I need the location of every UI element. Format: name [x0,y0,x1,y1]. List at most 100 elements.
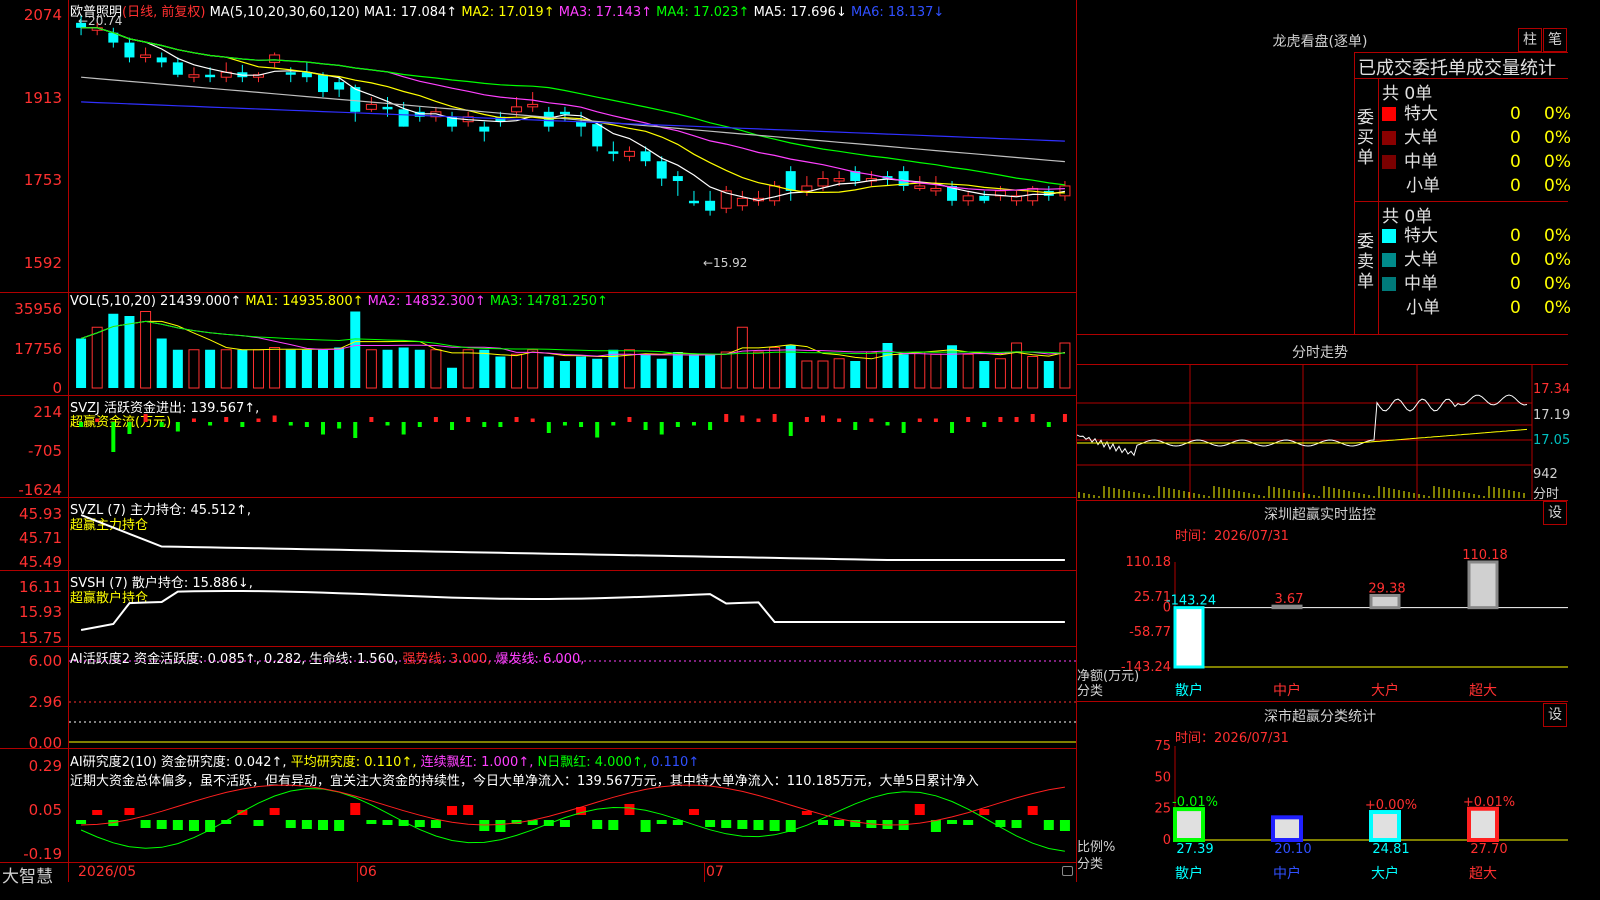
flow-bar [466,417,471,422]
cls-axis-label: 25 [1154,802,1171,817]
flow-bar [208,422,213,426]
sell-row: 大单 0 0% [1382,248,1572,272]
ratio-category: 超大 [1469,866,1497,882]
fenshi-axis-0: 17.34 [1533,382,1571,397]
candle-body [833,178,845,182]
candle-body [382,106,393,110]
flow-bar [79,422,84,427]
volume-bar [495,356,506,388]
volume-bar [672,352,683,388]
intraday-chart[interactable] [1077,365,1568,500]
volume-bar [1011,342,1023,389]
volume-bar [365,349,377,389]
volume-bar [527,349,539,389]
flow-bar [901,422,906,433]
research-bar [237,810,248,815]
volume-bar [720,351,732,389]
candle-body [156,57,167,63]
candle-body [736,197,748,207]
candle-body [479,126,490,132]
volume-bar [801,360,813,389]
flow-bar [756,418,761,422]
color-swatch [1382,107,1396,121]
ratio-delta: +0.00% [1365,798,1417,813]
buy-row-name: 特大 [1404,104,1438,124]
research-bar [930,820,941,832]
btn-bar-view[interactable]: 柱 [1518,28,1542,52]
volume-bar [334,347,345,388]
research-bar [140,820,151,828]
date-label-0: 2026/05 [78,864,137,880]
flow-bar [143,414,148,422]
ratio-delta: -0.01% [1172,795,1218,810]
flow-bar [482,422,487,427]
candle-body [124,42,135,58]
ratio-category: 中户 [1273,865,1301,882]
research-bar [447,806,458,815]
candle-body [640,151,651,162]
lock-icon[interactable] [1062,866,1073,876]
mon-axis-label: -58.77 [1129,625,1171,640]
btn-tick-view[interactable]: 笔 [1543,28,1567,52]
buy-row-pct: 0% [1544,176,1571,196]
candle-body [318,74,328,93]
volume-bar [592,358,603,388]
ratio-bar [1369,810,1401,842]
flow-bar [321,422,325,435]
vol-axis-2: 0 [52,379,62,397]
volume-bar [252,349,264,389]
volume-bar [608,349,619,388]
net-flow-bar [1369,593,1401,610]
price-axis-1: 1913 [23,89,62,107]
buy-row-count: 0 [1510,152,1521,172]
research-bar [559,820,570,827]
sell-row-count: 0 [1510,274,1521,294]
classify-settings-button[interactable]: 设 [1543,703,1567,727]
net-flow-chart: 110.1825.710-58.77-143.24净额(万元)分类-143.24… [1077,548,1568,699]
research-bar [737,820,748,829]
color-swatch [1382,277,1396,291]
flow-bar [837,418,842,422]
research-bar [963,820,974,825]
net-flow-label: -143.24 [1166,594,1216,609]
net-flow-bar [1467,560,1499,610]
flow-bar [627,417,632,422]
ratio-value: 20.10 [1274,842,1311,857]
volume-bar [447,367,458,388]
lhb-title: 龙虎看盘(逐单) [1272,34,1368,50]
volume-bar [559,361,570,388]
svzl-axis-0: 45.93 [19,505,62,523]
candle-body [527,103,539,108]
volume-bar [688,354,699,388]
sep [1076,334,1568,335]
fenshi-vol-label: 942 [1533,467,1558,482]
volume-bar [462,349,474,389]
flow-bar [804,417,809,422]
volume-bar [914,351,926,389]
flow-bar [127,422,132,434]
volume-bar [898,354,909,388]
volume-bar [656,358,667,388]
net-flow-label: 29.38 [1368,581,1405,596]
sell-row-pct: 0% [1544,226,1571,246]
research-bar [785,820,796,832]
flow-bar [272,415,277,422]
research-bar [334,820,345,831]
volume-bar [269,347,281,389]
flow-bar [933,418,938,422]
candle-body [1059,185,1071,197]
kline-chart[interactable] [69,0,1076,862]
buy-row: 小单 0 0% [1382,174,1572,198]
monitor-settings-button[interactable]: 设 [1543,501,1567,525]
research-bar [818,820,828,825]
flow-bar [611,422,616,426]
candle-body [623,150,635,157]
volume-bar [1059,342,1071,389]
sell-row-count: 0 [1510,226,1521,246]
flow-bar [724,414,729,422]
fenshi-axis-1: 17.19 [1533,408,1571,423]
volume-bar [979,361,990,388]
date-tick [704,862,705,882]
sell-row-name: 大单 [1404,250,1438,270]
color-swatch [1382,131,1396,145]
